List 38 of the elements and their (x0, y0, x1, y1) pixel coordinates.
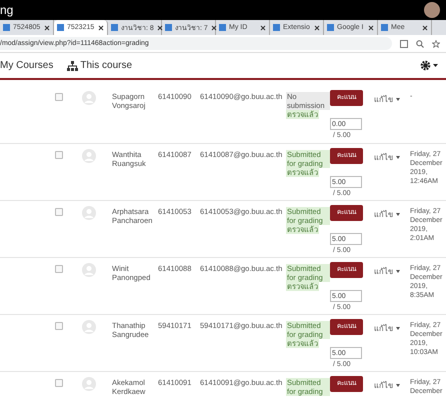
tab-favicon-icon (381, 24, 388, 31)
row-checkbox[interactable] (55, 379, 63, 387)
close-icon[interactable] (156, 24, 163, 30)
caret-icon (396, 270, 400, 272)
tab-favicon-icon (273, 24, 280, 31)
close-icon[interactable] (314, 24, 320, 30)
row-checkbox[interactable] (55, 265, 63, 273)
caret-icon (433, 64, 438, 68)
row-checkbox[interactable] (55, 93, 63, 101)
search-icon[interactable] (416, 40, 424, 48)
nav-link[interactable]: This course (67, 60, 132, 71)
caret-icon (396, 384, 400, 386)
close-icon[interactable] (260, 24, 266, 30)
profile-avatar[interactable] (424, 2, 440, 18)
settings-icon[interactable] (420, 60, 438, 71)
tab-favicon-icon (165, 24, 172, 31)
tab-favicon-icon (219, 24, 226, 31)
tab-favicon-icon (111, 24, 118, 31)
row-checkbox[interactable] (55, 151, 63, 159)
close-icon[interactable] (98, 24, 104, 30)
caret-icon (396, 212, 400, 216)
star-icon[interactable] (432, 40, 440, 48)
nav-link[interactable]: My Courses (0, 60, 54, 71)
row-checkbox[interactable] (55, 208, 63, 216)
tab-favicon-icon (3, 24, 10, 31)
caret-icon (396, 326, 400, 330)
close-icon[interactable] (44, 24, 50, 30)
row-checkbox[interactable] (55, 322, 63, 330)
translate-icon[interactable] (400, 40, 408, 48)
close-icon[interactable] (368, 24, 374, 30)
caret-icon (396, 156, 400, 158)
tab-favicon-icon (57, 24, 64, 31)
sitemap-icon (67, 60, 78, 70)
close-icon[interactable] (422, 24, 428, 30)
caret-icon (396, 98, 400, 100)
close-icon[interactable] (210, 24, 217, 30)
tab-favicon-icon (327, 24, 334, 31)
window-title: ng (0, 3, 14, 17)
